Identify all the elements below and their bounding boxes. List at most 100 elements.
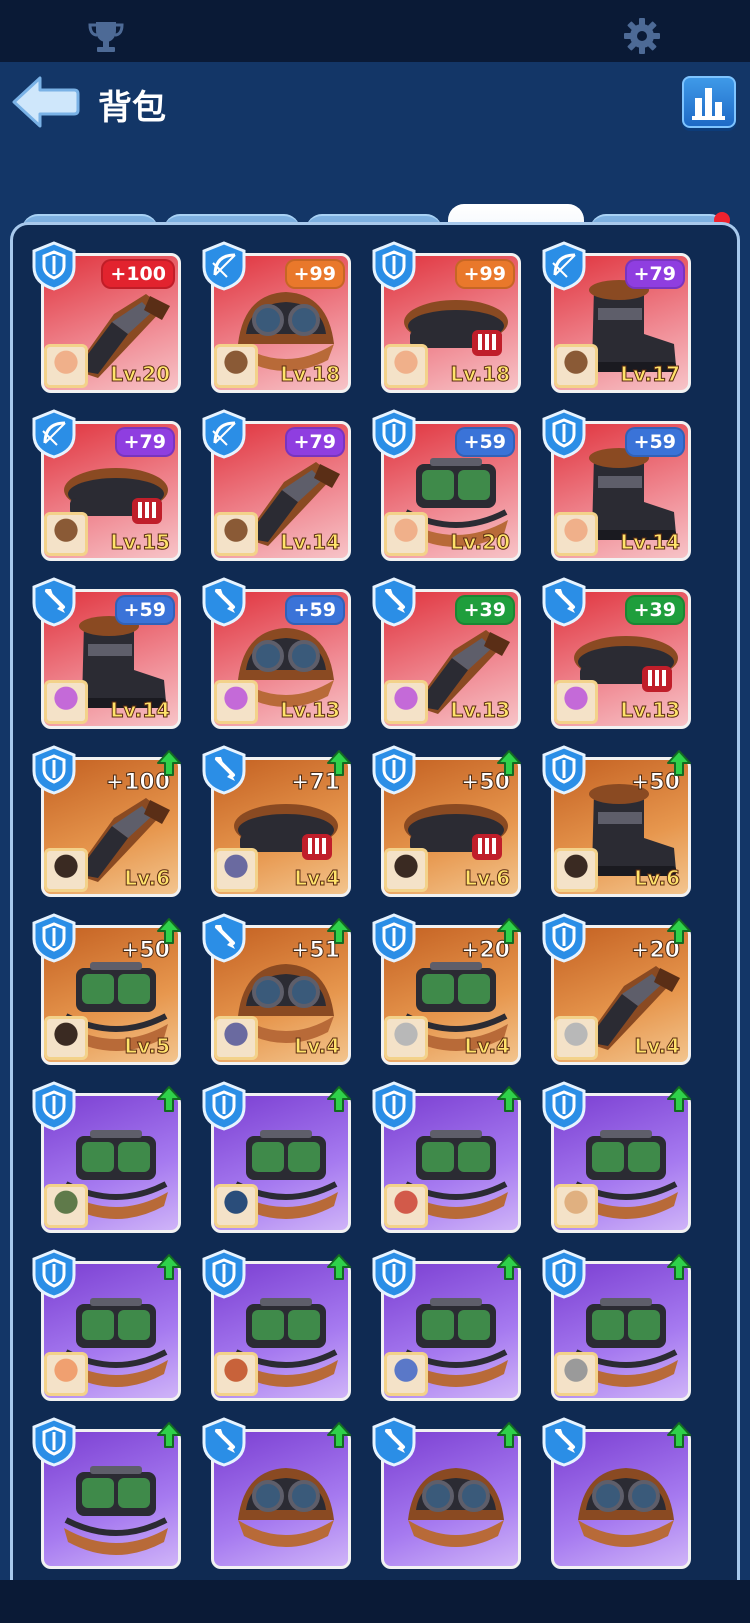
upgrade-arrow-icon bbox=[327, 1085, 351, 1113]
bonus-value: +39 bbox=[454, 595, 515, 625]
item-level: Lv.4 bbox=[294, 1034, 341, 1059]
hero-avatar bbox=[214, 680, 258, 724]
bow-icon bbox=[201, 241, 247, 291]
upgrade-arrow-icon bbox=[497, 1421, 521, 1449]
shield-icon bbox=[541, 409, 587, 459]
hero-avatar bbox=[384, 344, 428, 388]
upgrade-arrow-icon bbox=[667, 1253, 691, 1281]
hero-avatar bbox=[554, 1352, 598, 1396]
staff-icon bbox=[541, 577, 587, 627]
hero-avatar bbox=[214, 1352, 258, 1396]
bonus-value: +79 bbox=[624, 259, 685, 289]
hero-avatar bbox=[214, 1184, 258, 1228]
top-bar bbox=[0, 0, 750, 62]
item-level: Lv.4 bbox=[294, 866, 341, 891]
staff-icon bbox=[371, 577, 417, 627]
bonus-value: +59 bbox=[284, 595, 345, 625]
upgrade-arrow-icon bbox=[667, 749, 691, 777]
shield-icon bbox=[31, 1081, 77, 1131]
item-level: Lv.18 bbox=[450, 362, 511, 387]
staff-icon bbox=[371, 1417, 417, 1467]
hero-avatar bbox=[214, 512, 258, 556]
category-tabs: 資源 加速 增益 裝備 其他 bbox=[0, 142, 750, 282]
item-level: Lv.14 bbox=[110, 698, 171, 723]
hero-avatar bbox=[44, 1016, 88, 1060]
bow-icon bbox=[541, 241, 587, 291]
upgrade-arrow-icon bbox=[667, 1421, 691, 1449]
shield-icon bbox=[541, 1249, 587, 1299]
bonus-value: +59 bbox=[454, 427, 515, 457]
upgrade-arrow-icon bbox=[157, 1253, 181, 1281]
shield-icon bbox=[31, 1417, 77, 1467]
shield-icon bbox=[201, 1081, 247, 1131]
shield-icon bbox=[371, 913, 417, 963]
back-button[interactable] bbox=[10, 72, 80, 132]
staff-icon bbox=[31, 577, 77, 627]
item-level: Lv.15 bbox=[110, 530, 171, 555]
item-level: Lv.20 bbox=[110, 362, 171, 387]
bow-icon bbox=[31, 409, 77, 459]
item-level: Lv.18 bbox=[280, 362, 341, 387]
shield-icon bbox=[31, 913, 77, 963]
bonus-value: +99 bbox=[454, 259, 515, 289]
item-level: Lv.6 bbox=[464, 866, 511, 891]
bonus-value: +59 bbox=[624, 427, 685, 457]
bonus-value: +100 bbox=[101, 259, 175, 289]
shield-icon bbox=[31, 241, 77, 291]
bar-chart-icon bbox=[692, 88, 725, 120]
hero-avatar bbox=[44, 848, 88, 892]
bonus-value: +99 bbox=[284, 259, 345, 289]
bonus-value: +59 bbox=[114, 595, 175, 625]
upgrade-arrow-icon bbox=[497, 1253, 521, 1281]
upgrade-arrow-icon bbox=[497, 917, 521, 945]
upgrade-arrow-icon bbox=[497, 1085, 521, 1113]
shield-icon bbox=[31, 1249, 77, 1299]
header: 背包 bbox=[0, 62, 750, 142]
hero-avatar bbox=[384, 1352, 428, 1396]
hero-avatar bbox=[44, 344, 88, 388]
shield-icon bbox=[371, 1249, 417, 1299]
staff-icon bbox=[201, 913, 247, 963]
bow-icon bbox=[201, 409, 247, 459]
hero-avatar bbox=[384, 1016, 428, 1060]
hero-avatar bbox=[554, 848, 598, 892]
upgrade-arrow-icon bbox=[327, 917, 351, 945]
trophy-icon[interactable] bbox=[86, 16, 128, 58]
item-level: Lv.14 bbox=[280, 530, 341, 555]
item-level: Lv.20 bbox=[450, 530, 511, 555]
hero-avatar bbox=[44, 1184, 88, 1228]
upgrade-arrow-icon bbox=[157, 1085, 181, 1113]
equipment-panel: +100 Lv.20 +99 Lv.18 +99 Lv.18 +79 Lv.17… bbox=[10, 222, 740, 1580]
item-level: Lv.13 bbox=[450, 698, 511, 723]
shield-icon bbox=[31, 745, 77, 795]
hero-avatar bbox=[554, 344, 598, 388]
shield-icon bbox=[371, 745, 417, 795]
bonus-value: +79 bbox=[284, 427, 345, 457]
inventory-screen: 背包 資源 加速 增益 裝備 其他 +100 Lv.20 bbox=[0, 62, 750, 1580]
hero-avatar bbox=[214, 344, 258, 388]
bonus-value: +39 bbox=[624, 595, 685, 625]
item-level: Lv.4 bbox=[464, 1034, 511, 1059]
shield-icon bbox=[201, 1249, 247, 1299]
item-level: Lv.5 bbox=[124, 1034, 171, 1059]
upgrade-arrow-icon bbox=[157, 749, 181, 777]
item-level: Lv.17 bbox=[620, 362, 681, 387]
stats-button[interactable] bbox=[682, 76, 736, 128]
hero-avatar bbox=[384, 1184, 428, 1228]
shield-icon bbox=[541, 745, 587, 795]
upgrade-arrow-icon bbox=[667, 1085, 691, 1113]
item-level: Lv.6 bbox=[124, 866, 171, 891]
upgrade-arrow-icon bbox=[157, 917, 181, 945]
upgrade-arrow-icon bbox=[327, 1421, 351, 1449]
gear-icon[interactable] bbox=[622, 16, 664, 58]
hero-avatar bbox=[554, 680, 598, 724]
item-level: Lv.6 bbox=[634, 866, 681, 891]
back-arrow-icon bbox=[12, 76, 80, 128]
hero-avatar bbox=[44, 1352, 88, 1396]
shield-icon bbox=[371, 241, 417, 291]
hero-avatar bbox=[384, 848, 428, 892]
staff-icon bbox=[541, 1417, 587, 1467]
staff-icon bbox=[201, 577, 247, 627]
item-level: Lv.14 bbox=[620, 530, 681, 555]
item-level: Lv.4 bbox=[634, 1034, 681, 1059]
